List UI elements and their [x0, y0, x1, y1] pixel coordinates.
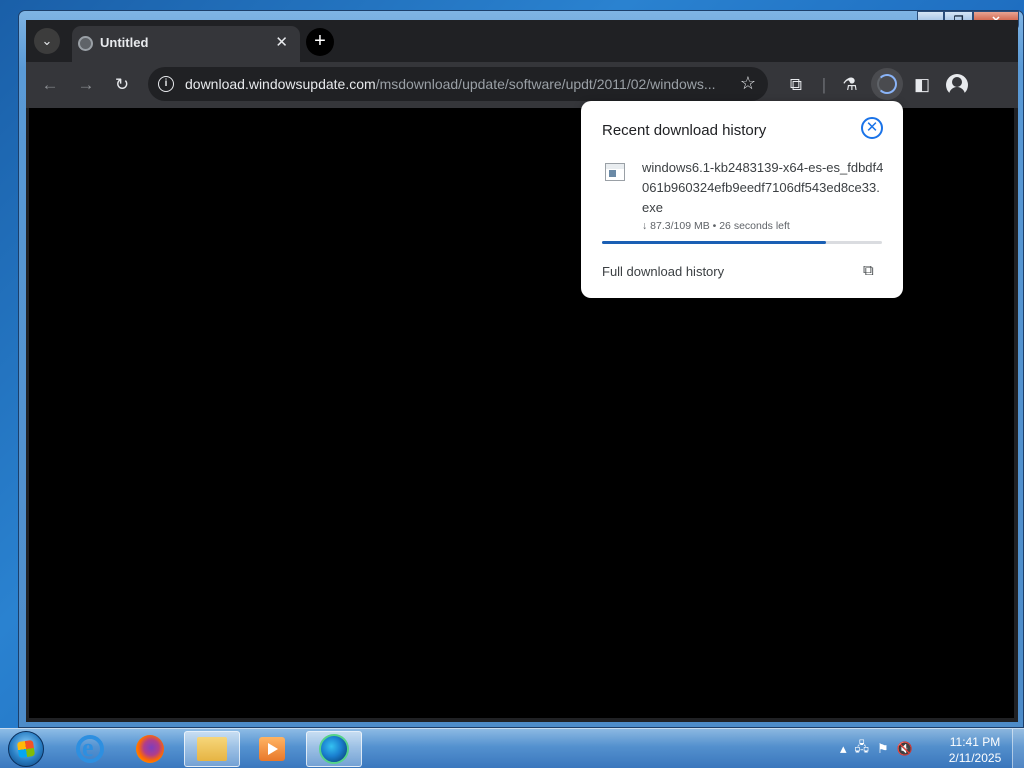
firefox-icon	[136, 735, 164, 763]
download-status: ↓ 87.3/109 MB • 26 seconds left	[642, 220, 790, 232]
download-history-popup: Recent download history ✕ windows6.1-kb2…	[581, 101, 903, 298]
download-progress-fill	[602, 241, 826, 244]
new-tab-button[interactable]: +	[306, 28, 334, 56]
profile-avatar-icon[interactable]	[946, 74, 968, 96]
folder-icon	[197, 737, 227, 761]
system-tray: ▴ 🖧 ⚑ 🔇	[840, 729, 913, 768]
globe-icon	[78, 36, 93, 51]
taskbar-clock[interactable]: 11:41 PM 2/11/2025	[940, 734, 1010, 766]
clock-date: 2/11/2025	[948, 751, 1002, 765]
reload-icon[interactable]: ↻	[110, 73, 134, 97]
forward-arrow-icon[interactable]: →	[74, 73, 98, 97]
show-hidden-icons-arrow-icon[interactable]: ▴	[840, 741, 847, 757]
url-host: download.windowsupdate.com	[185, 76, 376, 92]
show-desktop-button[interactable]	[1012, 729, 1024, 768]
taskbar-file-explorer[interactable]	[184, 731, 240, 767]
taskbar-media-player[interactable]	[244, 731, 300, 767]
download-indicator-button[interactable]	[871, 68, 903, 100]
address-bar[interactable]: i download.windowsupdate.com/msdownload/…	[148, 67, 768, 101]
media-player-icon	[259, 737, 285, 761]
network-icon[interactable]: 🖧	[855, 738, 870, 760]
labs-flask-icon[interactable]: ⚗	[838, 73, 862, 97]
exe-file-icon	[605, 163, 625, 181]
site-info-icon[interactable]: i	[158, 76, 174, 92]
download-file-name[interactable]: windows6.1-kb2483139-x64-es-es_fdbdf4061…	[642, 158, 887, 218]
tab-untitled[interactable]: Untitled ✕	[72, 26, 300, 62]
url-text[interactable]: download.windowsupdate.com/msdownload/up…	[185, 76, 731, 92]
taskbar-edge-browser[interactable]	[306, 731, 362, 767]
bookmark-star-icon[interactable]: ☆	[740, 73, 756, 94]
open-in-new-icon[interactable]: ⧉	[863, 262, 879, 279]
tab-title: Untitled	[100, 35, 149, 50]
windows-taskbar: ▴ 🖧 ⚑ 🔇 11:41 PM 2/11/2025	[0, 728, 1024, 768]
clock-time: 11:41 PM	[949, 735, 1001, 749]
tab-close-icon[interactable]: ✕	[275, 33, 288, 51]
back-arrow-icon[interactable]: ←	[38, 73, 62, 97]
edge-icon	[319, 734, 349, 764]
taskbar-internet-explorer[interactable]	[62, 731, 118, 767]
toolbar-divider: |	[821, 75, 827, 94]
action-center-flag-icon[interactable]: ⚑	[877, 741, 889, 757]
full-download-history-link[interactable]: Full download history	[602, 264, 724, 279]
side-panel-icon[interactable]: ◧	[910, 73, 934, 97]
taskbar-firefox[interactable]	[122, 731, 178, 767]
internet-explorer-icon	[76, 733, 104, 763]
popup-title: Recent download history	[602, 122, 767, 139]
tab-strip: ⌄ Untitled ✕ +	[26, 20, 1018, 62]
start-button[interactable]	[8, 731, 44, 767]
extensions-puzzle-icon[interactable]: ⧉	[784, 73, 808, 97]
tab-search-chevron-icon[interactable]: ⌄	[34, 28, 60, 54]
download-progress-bar	[602, 241, 882, 244]
download-progress-ring-icon	[877, 74, 897, 94]
volume-muted-icon[interactable]: 🔇	[897, 741, 913, 757]
popup-close-icon[interactable]: ✕	[861, 117, 883, 139]
url-path: /msdownload/update/software/updt/2011/02…	[375, 76, 716, 92]
